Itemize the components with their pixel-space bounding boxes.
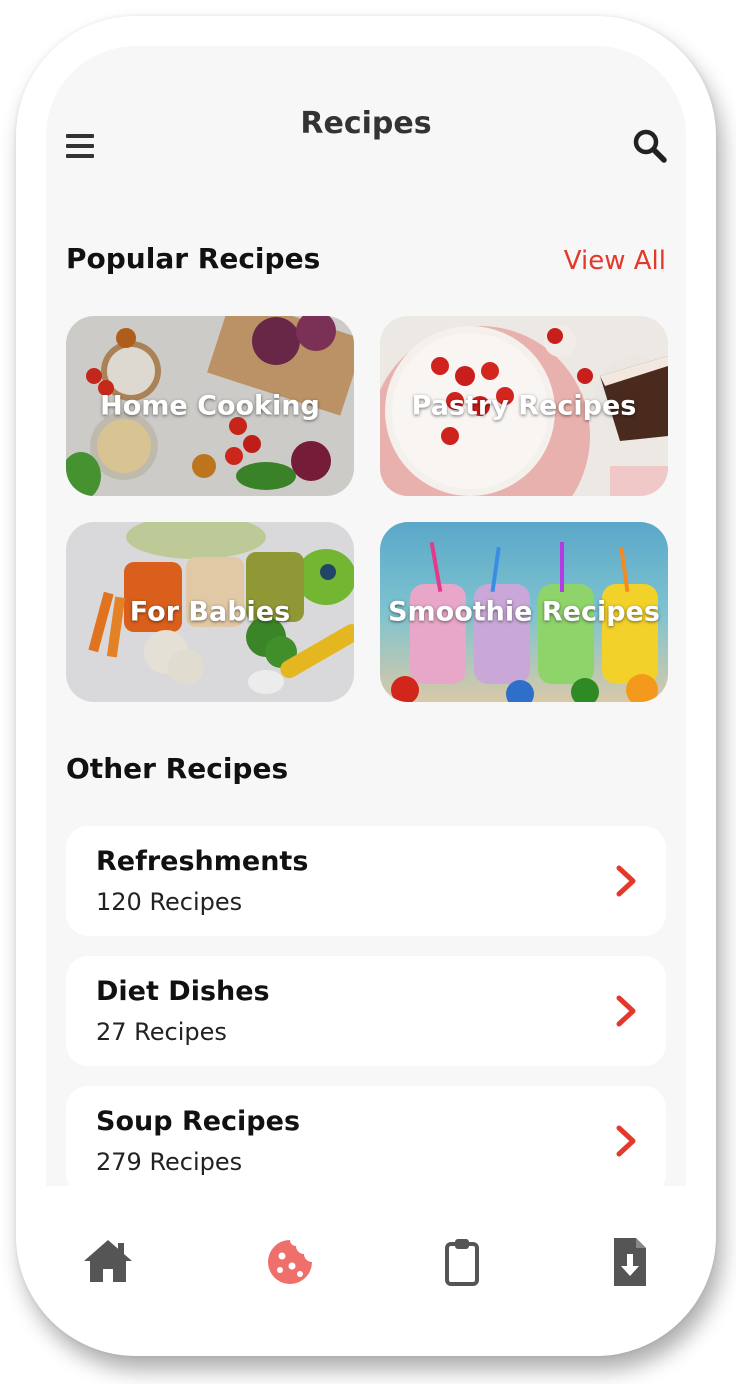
- clipboard-icon: [445, 1239, 479, 1286]
- view-all-link[interactable]: View All: [564, 246, 666, 276]
- item-count: 27 Recipes: [96, 1018, 227, 1046]
- card-pastry-recipes[interactable]: Pastry Recipes: [380, 316, 668, 496]
- chevron-right-icon: [616, 1125, 636, 1157]
- home-icon: [84, 1240, 132, 1282]
- app-screen: Recipes Popular Recipes View All Home Co…: [46, 46, 686, 1186]
- item-count: 120 Recipes: [96, 888, 243, 916]
- list-item-diet-dishes[interactable]: Diet Dishes 27 Recipes: [66, 956, 666, 1066]
- card-smoothie-recipes[interactable]: Smoothie Recipes: [380, 522, 668, 702]
- item-title: Soup Recipes: [96, 1106, 301, 1137]
- card-label: For Babies: [129, 596, 291, 628]
- cookie-icon: [268, 1240, 312, 1284]
- popular-recipes-title: Popular Recipes: [66, 242, 321, 275]
- menu-icon-bar: [66, 154, 94, 158]
- card-label: Smoothie Recipes: [388, 596, 660, 628]
- list-item-soup-recipes[interactable]: Soup Recipes 279 Recipes: [66, 1086, 666, 1186]
- page-title: Recipes: [300, 106, 432, 141]
- search-icon: [633, 129, 667, 163]
- item-count: 279 Recipes: [96, 1148, 243, 1176]
- download-file-icon: [614, 1238, 646, 1286]
- card-label: Pastry Recipes: [411, 390, 637, 422]
- chevron-right-icon: [616, 865, 636, 897]
- menu-icon-bar: [66, 144, 94, 148]
- bottom-tab-bar: [16, 1186, 716, 1356]
- item-title: Diet Dishes: [96, 976, 270, 1007]
- card-label: Home Cooking: [100, 390, 320, 422]
- tab-home[interactable]: [80, 1234, 136, 1290]
- card-home-cooking[interactable]: Home Cooking: [66, 316, 354, 496]
- chevron-right-icon: [616, 995, 636, 1027]
- list-item-refreshments[interactable]: Refreshments 120 Recipes: [66, 826, 666, 936]
- item-title: Refreshments: [96, 846, 309, 877]
- card-for-babies[interactable]: For Babies: [66, 522, 354, 702]
- tab-clipboard[interactable]: [434, 1234, 490, 1290]
- tab-downloads[interactable]: [602, 1234, 658, 1290]
- search-button[interactable]: [632, 128, 668, 164]
- tab-recipes[interactable]: [262, 1234, 318, 1290]
- phone-frame: Recipes Popular Recipes View All Home Co…: [16, 16, 716, 1356]
- other-recipes-title: Other Recipes: [66, 752, 289, 785]
